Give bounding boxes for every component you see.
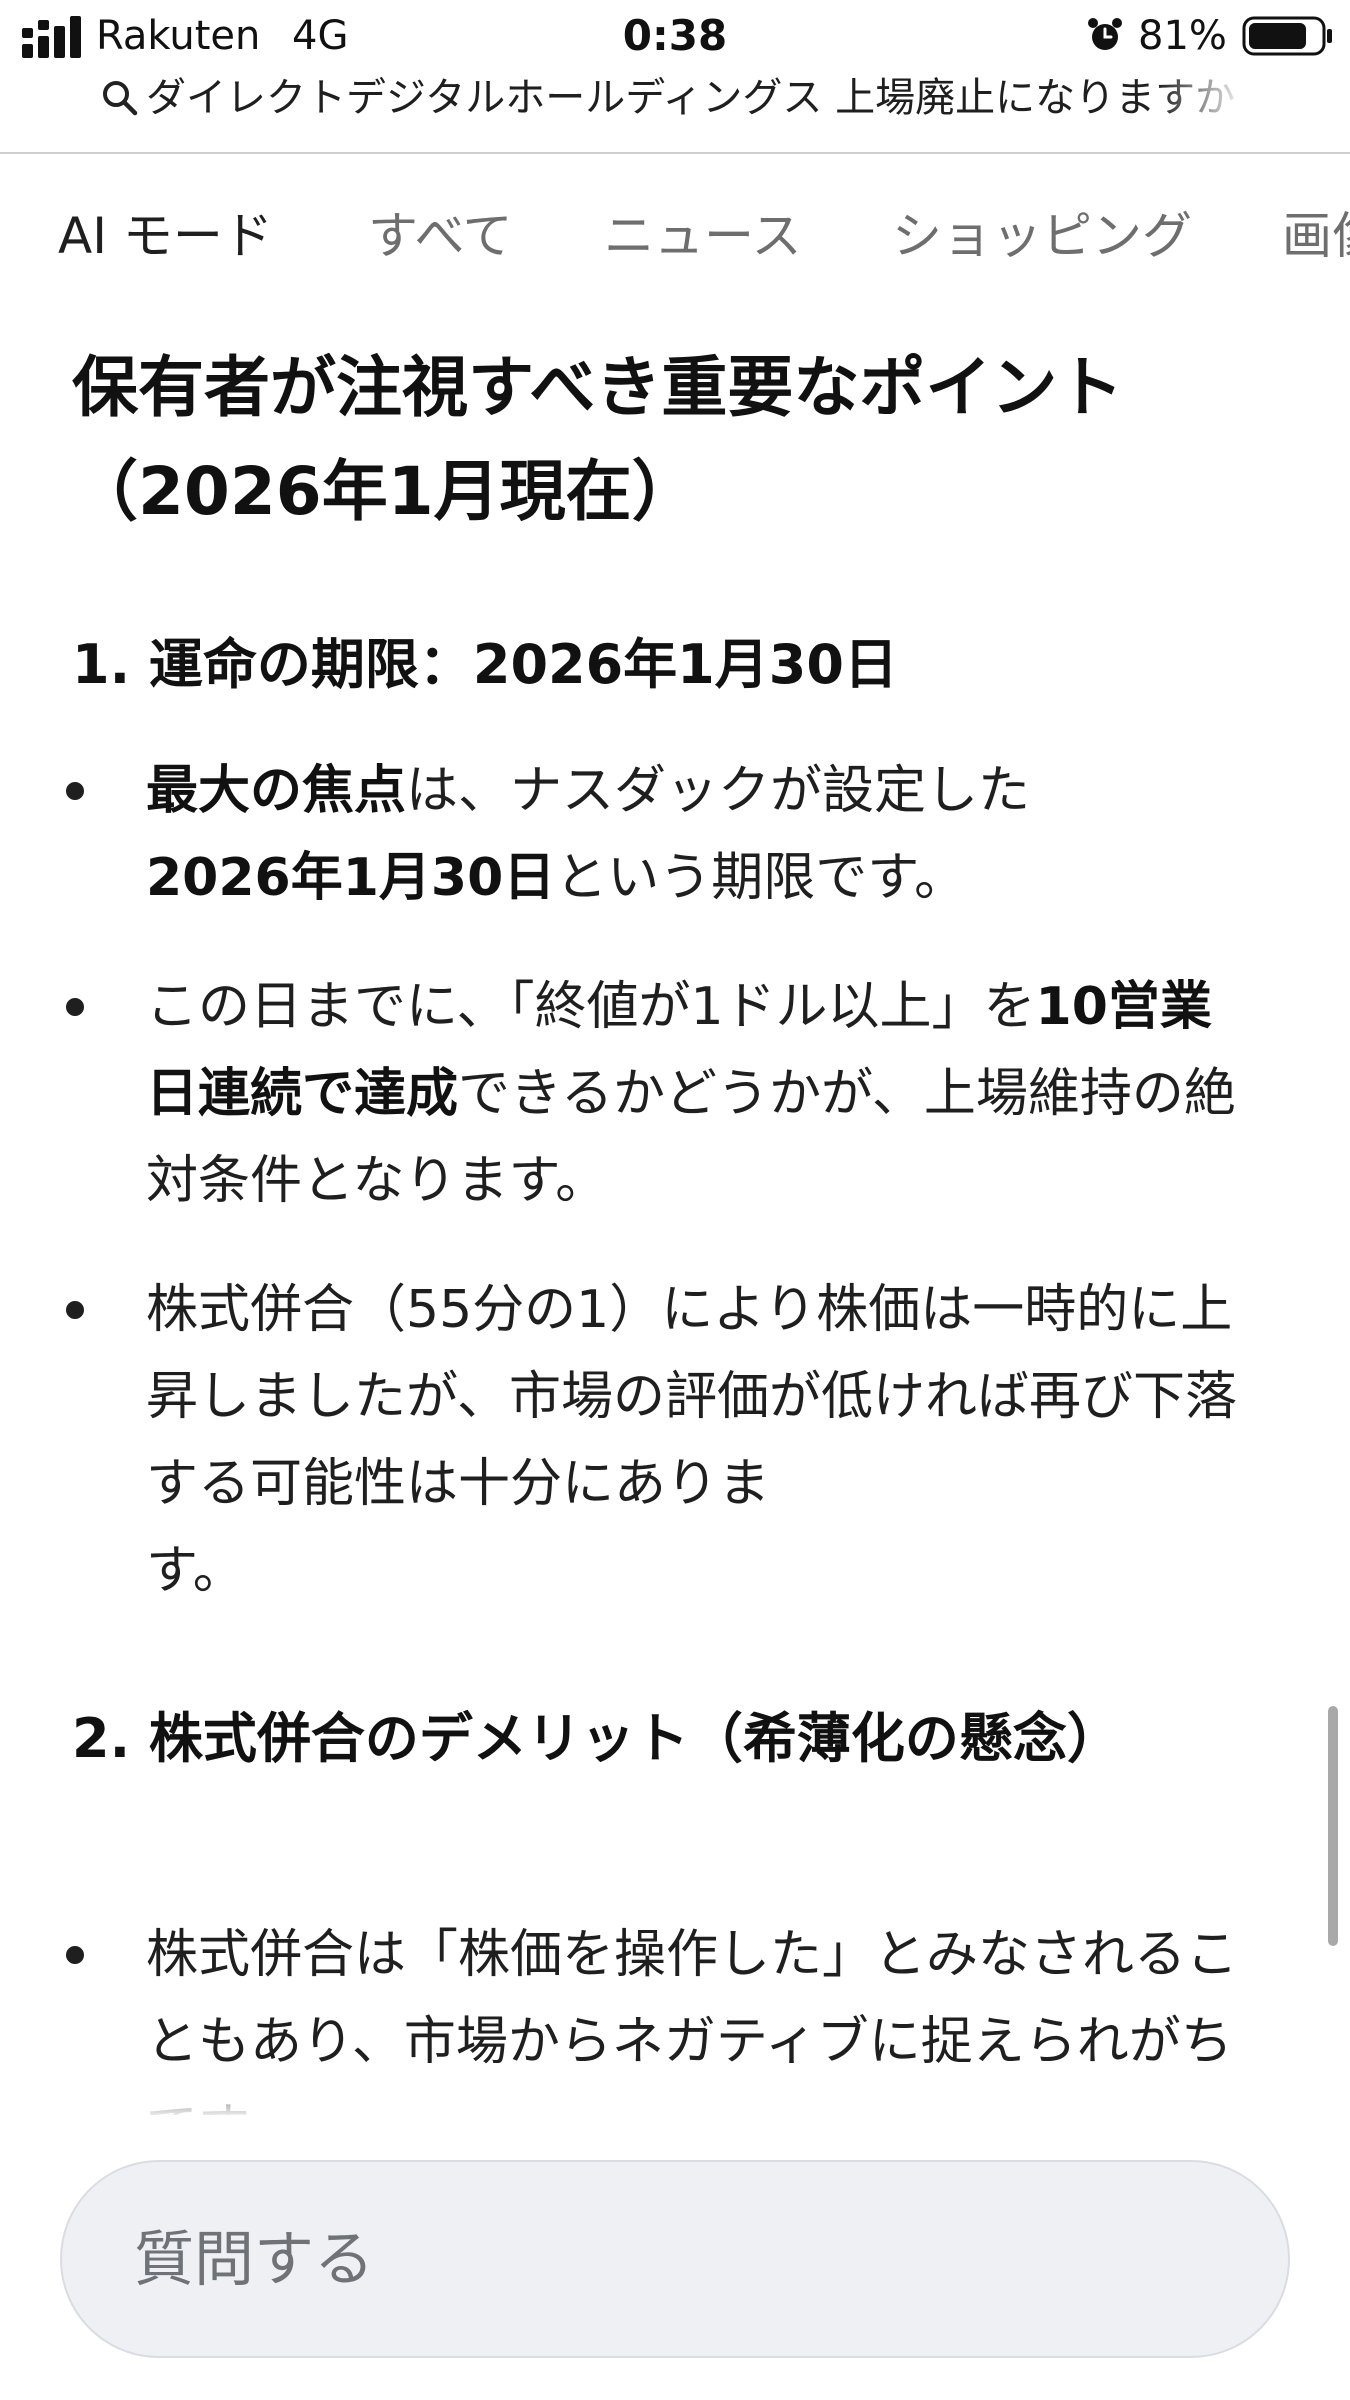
tab-shopping[interactable]: ショッピング xyxy=(892,196,1192,276)
body-text: は、ナスダックが設定した xyxy=(406,761,1031,821)
body-text: す。 xyxy=(146,1541,245,1601)
search-icon xyxy=(103,81,138,116)
bullet-dot xyxy=(66,998,84,1016)
battery-percent: 81% xyxy=(1138,13,1227,59)
bold-text: 2026年1月30日 xyxy=(146,848,556,908)
answer-heading-line2: （2026年1月現在） xyxy=(72,453,698,530)
answer-heading: 保有者が注視すべき重要なポイント （2026年1月現在） xyxy=(72,336,1272,544)
ask-input[interactable] xyxy=(132,2162,1216,2358)
screen: Rakuten 4G 0:38 81% ダイレクトデジタルホールディングス 上場… xyxy=(0,0,1350,2400)
section-heading-deadline: 1. 運命の期限：2026年1月30日 xyxy=(72,633,898,696)
ai-answer-content: 保有者が注視すべき重要なポイント （2026年1月現在） 1. 運命の期限：202… xyxy=(0,300,1350,2115)
tab-all[interactable]: すべて xyxy=(368,196,513,276)
bullet-dot xyxy=(66,1946,84,1964)
battery-icon xyxy=(1242,16,1332,56)
tab-images[interactable]: 画像 xyxy=(1282,196,1350,276)
search-query-bar[interactable]: ダイレクトデジタルホールディングス 上場廃止になりますか xyxy=(0,70,1350,154)
section-heading-reverse-split: 2. 株式併合のデメリット（希薄化の懸念） xyxy=(72,1707,1121,1770)
bullet-dot xyxy=(66,1301,84,1319)
bold-text: 最大の焦点 xyxy=(146,761,407,821)
scrollbar-thumb[interactable] xyxy=(1328,1706,1338,1946)
search-query-text[interactable]: ダイレクトデジタルホールディングス 上場廃止になりますか xyxy=(146,70,1246,126)
bullet-dot xyxy=(66,782,84,800)
alarm-icon xyxy=(1088,18,1122,50)
list-item: この日までに、「終値が1ドル以上」を10営業日連続で達成できるかどうかが、上場維… xyxy=(66,964,1246,1225)
list-item: 株式併合（55分の1）により株価は一時的に上昇しましたが、市場の評価が低ければ再… xyxy=(66,1267,1256,1615)
body-text: 株式併合（55分の1）により株価は一時的に上昇しましたが、市場の評価が低ければ再… xyxy=(146,1280,1237,1514)
tab-news[interactable]: ニュース xyxy=(604,196,802,276)
search-tabs: AI モード すべて ニュース ショッピング 画像 xyxy=(0,196,1350,276)
status-bar: Rakuten 4G 0:38 81% xyxy=(0,0,1350,70)
tab-ai-mode[interactable]: AI モード xyxy=(58,196,273,276)
list-item: 最大の焦点は、ナスダックが設定した 2026年1月30日という期限です。 xyxy=(66,748,1246,922)
ask-bar[interactable] xyxy=(60,2160,1290,2358)
content-fade xyxy=(0,2070,1350,2120)
answer-heading-line1: 保有者が注視すべき重要なポイント xyxy=(72,349,1124,426)
body-text: という期限です。 xyxy=(555,848,967,908)
body-text: この日までに、「終値が1ドル以上」を xyxy=(146,977,1036,1037)
